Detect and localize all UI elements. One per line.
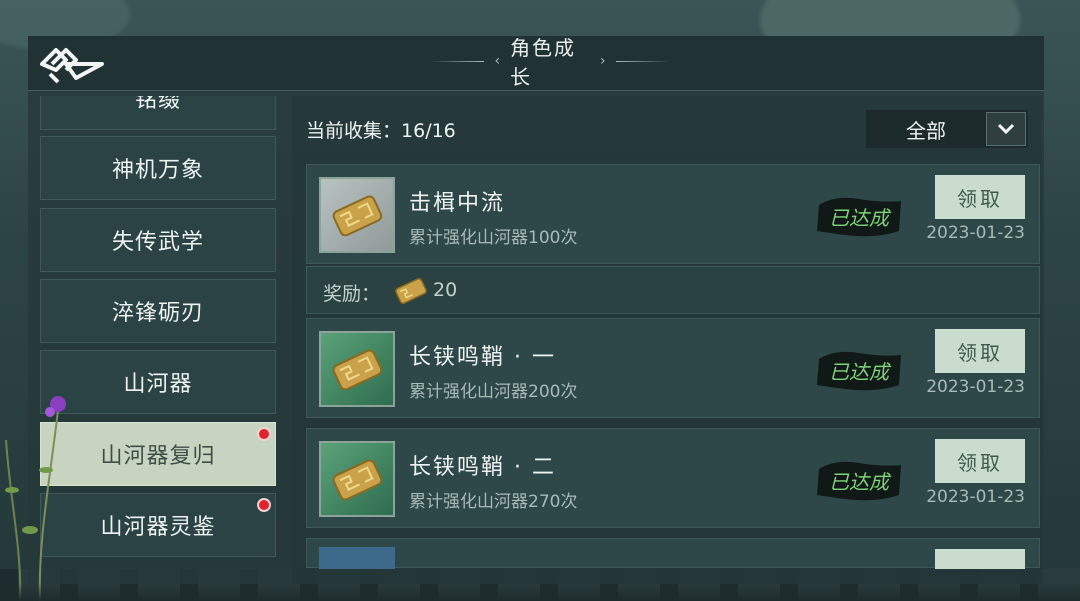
- claim-button[interactable]: [935, 549, 1025, 569]
- reward-label: 奖励：: [323, 283, 381, 305]
- title-chevron-right-icon: ›: [599, 53, 606, 69]
- claim-button[interactable]: 领取: [935, 329, 1025, 373]
- sidebar-item-label: 铭缀: [134, 96, 181, 113]
- title-ornament-right: [615, 60, 670, 62]
- jade-token-icon: [332, 195, 383, 237]
- jade-token-icon: [332, 349, 383, 391]
- item-icon-box: [319, 177, 395, 253]
- completed-stamp: 已达成: [816, 461, 901, 501]
- title-ornament-left: [430, 60, 485, 62]
- sidebar-item-shichuan[interactable]: 失传武学: [40, 208, 276, 272]
- collection-label: 当前收集：: [306, 120, 402, 142]
- sidebar-item-label: 失传武学: [111, 230, 204, 255]
- item-icon-box: [319, 547, 395, 569]
- completed-stamp-text: 已达成: [829, 360, 892, 384]
- filter-selected: 全部: [906, 118, 946, 143]
- reward-row: 奖励： 20: [306, 266, 1040, 314]
- sidebar-item-label: 山河器: [123, 372, 193, 397]
- achievement-title: 长铗鸣鞘 · 二: [409, 455, 556, 480]
- sidebar-item-shenji[interactable]: 神机万象: [40, 136, 276, 200]
- token-icon: [395, 278, 427, 304]
- completed-stamp: 已达成: [816, 351, 901, 391]
- item-icon-box: [319, 441, 395, 517]
- sidebar-item-label: 山河器灵鉴: [100, 515, 216, 540]
- filter-dropdown[interactable]: 全部: [866, 110, 1028, 148]
- achievement-date: 2023-01-23: [926, 377, 1025, 397]
- achievement-title: 击楫中流: [409, 191, 506, 216]
- claim-button[interactable]: 领取: [935, 175, 1025, 219]
- achievement-desc: 累计强化山河器200次: [409, 382, 578, 402]
- collection-progress: 当前收集：16/16: [306, 116, 456, 143]
- sidebar-item-label: 淬锋砺刃: [111, 301, 204, 326]
- page-title: ‹ 角色成长 ›: [430, 36, 670, 89]
- completed-stamp-text: 已达成: [829, 206, 892, 230]
- chevron-down-icon[interactable]: [986, 112, 1026, 146]
- notification-dot-icon: [257, 427, 271, 441]
- achievement-card: 长铗鸣鞘 · 二 累计强化山河器270次 已达成 领取 2023-01-23: [306, 428, 1040, 528]
- collection-value: 16/16: [401, 120, 456, 142]
- achievement-card: 长铗鸣鞘 · 一 累计强化山河器200次 已达成 领取 2023-01-23: [306, 318, 1040, 418]
- achievement-desc: 累计强化山河器270次: [409, 492, 578, 512]
- item-icon-box: [319, 331, 395, 407]
- sidebar-item-label: 山河器复归: [100, 444, 216, 469]
- completed-stamp-text: 已达成: [829, 470, 892, 494]
- sidebar-item-cuifeng[interactable]: 淬锋砺刃: [40, 279, 276, 343]
- achievement-card-partial: [306, 538, 1040, 569]
- back-emblem-icon[interactable]: [36, 40, 106, 88]
- scroll-fade: [0, 583, 1080, 601]
- achievement-date: 2023-01-23: [926, 487, 1025, 507]
- completed-stamp: 已达成: [816, 197, 901, 237]
- flower-decoration-icon: [5, 396, 66, 601]
- claim-button[interactable]: 领取: [935, 439, 1025, 483]
- title-text: 角色成长: [510, 36, 577, 89]
- title-chevron-left-icon: ‹: [494, 53, 501, 69]
- achievement-title: 长铗鸣鞘 · 一: [409, 345, 556, 370]
- achievement-date: 2023-01-23: [926, 223, 1025, 243]
- achievement-desc: 累计强化山河器100次: [409, 228, 578, 248]
- notification-dot-icon: [257, 498, 271, 512]
- jade-token-icon: [332, 459, 383, 501]
- sidebar-item-mingzhui[interactable]: 铭缀: [40, 96, 276, 130]
- reward-amount: 20: [433, 279, 458, 301]
- achievement-card: 击楫中流 累计强化山河器100次 已达成 领取 2023-01-23: [306, 164, 1040, 264]
- sidebar-item-label: 神机万象: [111, 158, 204, 183]
